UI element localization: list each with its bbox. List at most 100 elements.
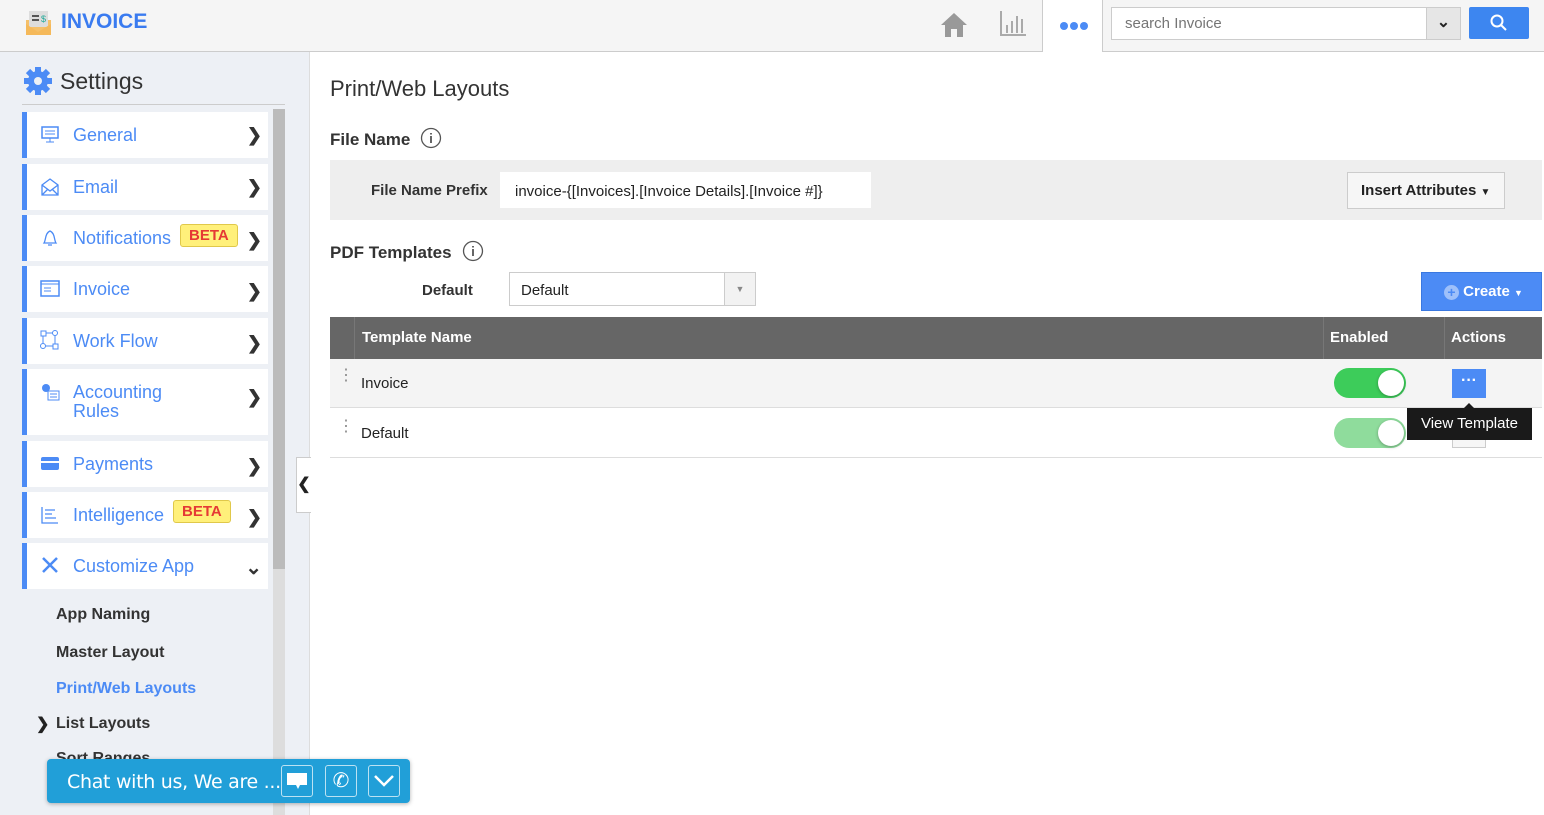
- file-name-panel: File Name Prefix invoice-{[Invoices].[In…: [330, 160, 1542, 220]
- more-dots-icon: ···: [1461, 372, 1477, 389]
- sidebar-item-notifications[interactable]: Notifications BETA ❯: [22, 215, 268, 261]
- phone-icon: ✆: [332, 770, 350, 792]
- bell-icon: [42, 230, 58, 246]
- drag-handle-icon[interactable]: ⋮: [338, 419, 354, 435]
- column-enabled[interactable]: Enabled: [1323, 317, 1388, 359]
- sidebar-title: Settings: [60, 68, 144, 94]
- workflow-icon: [40, 330, 59, 350]
- enabled-toggle[interactable]: [1334, 418, 1406, 448]
- collapse-sidebar-button[interactable]: ❮: [296, 457, 311, 513]
- sidebar-item-label: Notifications: [73, 228, 172, 248]
- chevron-right-icon: ❯: [246, 281, 262, 301]
- chat-message-button[interactable]: [281, 765, 313, 797]
- sidebar-item-label: Accounting Rules: [73, 382, 163, 421]
- chat-minimize-button[interactable]: [368, 765, 400, 797]
- more-dots-icon: [1060, 22, 1088, 30]
- chevron-right-icon: ❯: [246, 333, 262, 353]
- chevron-down-icon: ⌄: [245, 557, 262, 579]
- chevron-right-icon: ❯: [246, 177, 262, 197]
- chevron-right-icon: ❯: [246, 507, 262, 527]
- caret-down-icon: ▼: [1514, 288, 1523, 298]
- info-icon[interactable]: [420, 127, 442, 149]
- sidebar-item-label: Email: [73, 177, 119, 197]
- credit-card-icon: [41, 457, 59, 470]
- sidebar-item-invoice[interactable]: Invoice ❯: [22, 266, 268, 312]
- sidebar-item-accounting-rules[interactable]: Accounting Rules ❯: [22, 369, 268, 435]
- sidebar-item-customize-app[interactable]: Customize App ⌄: [22, 543, 268, 589]
- monitor-icon: [41, 126, 59, 143]
- subitem-app-naming[interactable]: App Naming: [56, 606, 150, 624]
- sidebar-item-payments[interactable]: Payments ❯: [22, 441, 268, 487]
- sidebar-item-email[interactable]: Email ❯: [22, 164, 268, 210]
- sidebar-item-label: Intelligence: [73, 505, 165, 525]
- window-icon: [40, 280, 60, 297]
- sidebar-item-label: General: [73, 125, 138, 145]
- button-label: Insert Attributes: [1361, 182, 1477, 199]
- create-button[interactable]: + Create ▼: [1421, 272, 1542, 311]
- message-icon: [287, 773, 307, 789]
- top-bar: $ INVOICE ⌄: [0, 0, 1544, 52]
- default-label: Default: [422, 282, 473, 299]
- caret-down-icon: ▼: [724, 273, 755, 305]
- table-header: Template Name Enabled Actions: [330, 317, 1542, 359]
- select-value: Default: [521, 282, 569, 299]
- button-label: Create: [1463, 283, 1510, 300]
- sidebar-item-label: Invoice: [73, 279, 131, 299]
- chat-text: Chat with us, We are ...: [67, 771, 281, 793]
- subitem-master-layout[interactable]: Master Layout: [56, 644, 164, 662]
- search-dropdown-button[interactable]: ⌄: [1426, 7, 1461, 40]
- invoice-envelope-icon: $: [26, 11, 51, 35]
- template-name: Default: [361, 425, 409, 442]
- drag-handle-icon[interactable]: ⋮: [338, 368, 354, 384]
- pdf-templates-heading: PDF Templates: [330, 243, 452, 262]
- more-button[interactable]: [1042, 0, 1103, 52]
- sidebar-item-work-flow[interactable]: Work Flow ❯: [22, 318, 268, 364]
- beta-badge: BETA: [180, 224, 238, 247]
- chevron-down-icon: ⌄: [1436, 14, 1451, 31]
- search-input[interactable]: [1111, 7, 1427, 40]
- tools-icon: [42, 557, 58, 573]
- column-template-name[interactable]: Template Name: [355, 317, 472, 359]
- gear-icon: [24, 67, 52, 95]
- chevron-right-icon: ❯: [246, 230, 262, 250]
- info-icon[interactable]: [462, 240, 484, 262]
- sidebar-item-general[interactable]: General ❯: [22, 112, 268, 158]
- gear-doc-icon: [42, 384, 60, 401]
- enabled-toggle[interactable]: [1334, 368, 1406, 398]
- tooltip: View Template: [1407, 408, 1532, 440]
- tooltip-arrow: [1463, 403, 1475, 409]
- chevron-right-icon: ❯: [246, 387, 262, 407]
- list-icon: [41, 507, 58, 524]
- bar-chart-icon[interactable]: [998, 9, 1028, 37]
- chevron-left-icon: ❮: [297, 476, 311, 493]
- caret-down-icon: ▼: [1480, 187, 1491, 198]
- chevron-right-icon: ❯: [36, 716, 50, 733]
- column-actions: Actions: [1451, 329, 1507, 346]
- divider: [22, 104, 285, 105]
- subitem-print-web-layouts[interactable]: Print/Web Layouts: [56, 680, 196, 698]
- scrollbar[interactable]: [273, 109, 285, 815]
- sidebar-item-label: Work Flow: [73, 331, 158, 351]
- envelope-icon: [41, 178, 59, 196]
- file-name-heading: File Name: [330, 130, 411, 149]
- app-title[interactable]: INVOICE: [61, 10, 147, 34]
- chevron-down-icon: [374, 775, 394, 787]
- actions-button[interactable]: ···: [1452, 369, 1486, 398]
- default-template-select[interactable]: Default ▼: [509, 272, 756, 306]
- page-title: Print/Web Layouts: [330, 76, 510, 101]
- file-name-prefix-input[interactable]: invoice-{[Invoices].[Invoice Details].[I…: [500, 172, 871, 208]
- search-icon: [1490, 14, 1507, 31]
- file-name-prefix-label: File Name Prefix: [371, 182, 488, 199]
- sidebar-item-intelligence[interactable]: Intelligence BETA ❯: [22, 492, 268, 538]
- chevron-right-icon: ❯: [246, 456, 262, 476]
- chat-widget[interactable]: Chat with us, We are ... ✆: [47, 759, 410, 803]
- home-icon[interactable]: [940, 11, 968, 39]
- template-name: Invoice: [361, 375, 409, 392]
- search-button[interactable]: [1469, 7, 1529, 39]
- sidebar-item-label: Customize App: [73, 556, 195, 576]
- beta-badge: BETA: [173, 500, 231, 523]
- subitem-list-layouts[interactable]: List Layouts: [56, 715, 150, 733]
- sidebar-item-label: Payments: [73, 454, 154, 474]
- chat-call-button[interactable]: ✆: [325, 765, 357, 797]
- insert-attributes-button[interactable]: Insert Attributes ▼: [1347, 172, 1505, 209]
